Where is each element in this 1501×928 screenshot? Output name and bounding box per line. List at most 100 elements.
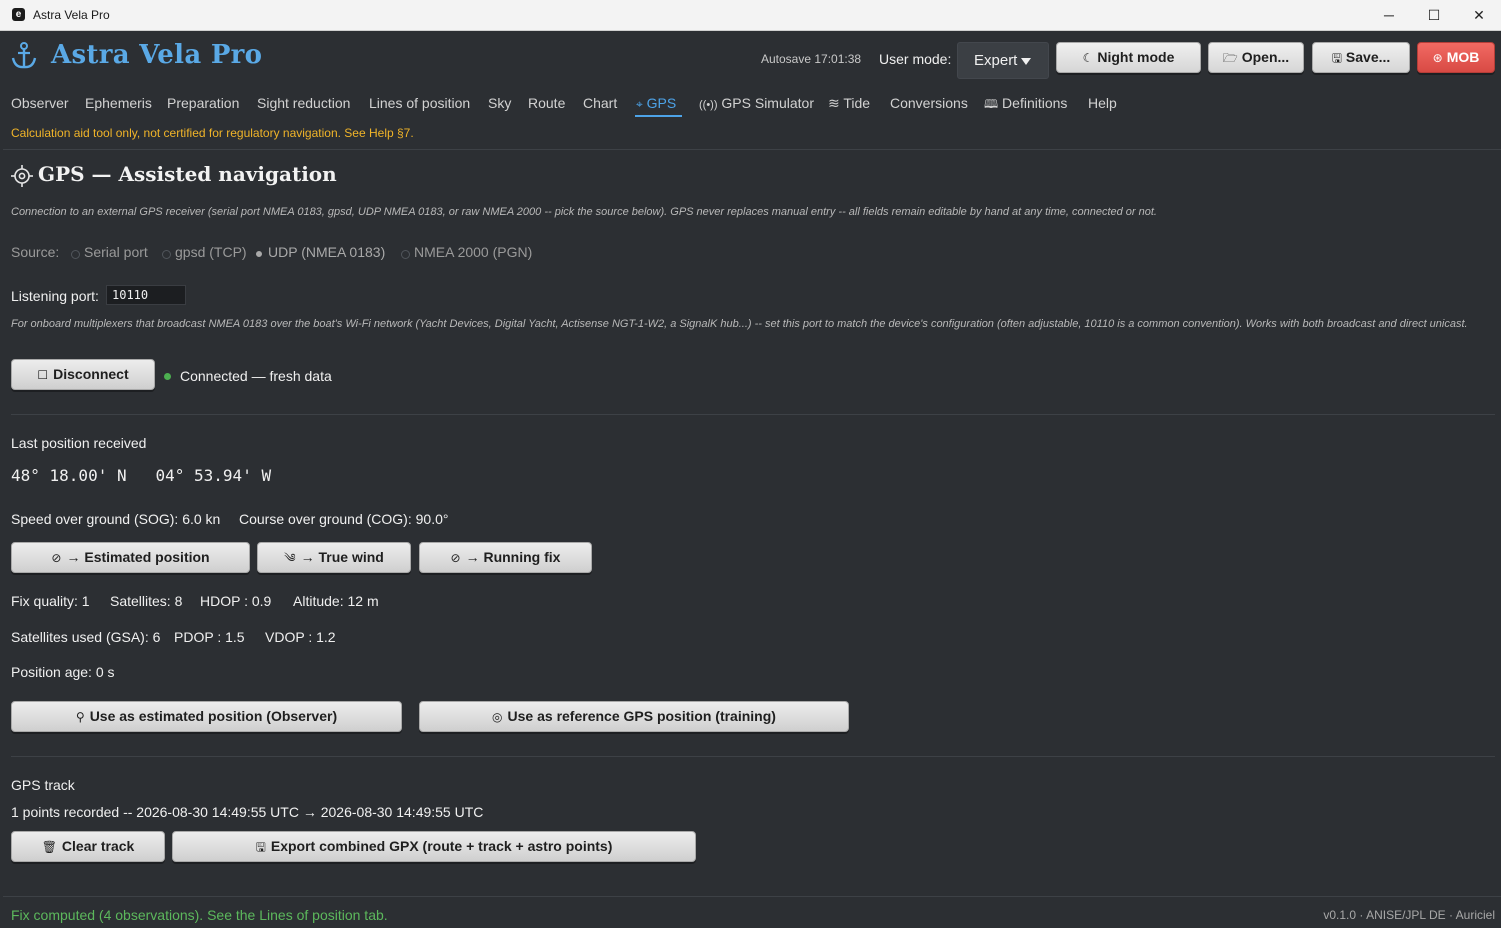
connection-status: Connected — fresh data — [180, 368, 332, 384]
pdop: PDOP : 1.5 — [174, 629, 245, 645]
mob-label: MOB — [1446, 49, 1480, 65]
tab-lines-of-position[interactable]: Lines of position — [369, 95, 470, 111]
app-window: Astra Vela Pro Autosave 17:01:38 User mo… — [3, 31, 1501, 928]
tab-ephemeris[interactable]: Ephemeris — [85, 95, 152, 111]
listening-port-label: Listening port: — [11, 288, 99, 304]
sog-value: Speed over ground (SOG): 6.0 kn — [11, 511, 221, 527]
cog-value: Course over ground (COG): 90.0° — [239, 511, 449, 527]
tab-gps[interactable]: ⌖ GPS — [636, 95, 676, 112]
radio-serial-port[interactable] — [71, 250, 80, 259]
tab-help[interactable]: Help — [1088, 95, 1117, 111]
track-summary: 1 points recorded -- 2026-08-30 14:49:55… — [11, 804, 484, 820]
tab-sky[interactable]: Sky — [488, 95, 511, 111]
footer-status: Fix computed (4 observations). See the L… — [11, 907, 388, 923]
book-icon: 🕮 — [984, 97, 999, 111]
tab-observer[interactable]: Observer — [11, 95, 69, 111]
estimated-position-button[interactable]: ⊘ → Estimated position — [11, 542, 250, 573]
tab-tide[interactable]: ≋ Tide — [828, 95, 870, 112]
version-info: v0.1.0 · ANISE/JPL DE · Auriciel — [1323, 908, 1495, 922]
tab-gps-simulator-label: GPS Simulator — [721, 95, 814, 111]
divider — [11, 756, 1495, 757]
tab-preparation[interactable]: Preparation — [167, 95, 239, 111]
section-title: GPS — Assisted navigation — [38, 162, 337, 186]
use-as-reference-button[interactable]: ◎ Use as reference GPS position (training… — [419, 701, 849, 732]
crosshair-icon — [11, 165, 33, 187]
position-age: Position age: 0 s — [11, 664, 115, 680]
compass-icon: ⊘ — [450, 551, 461, 565]
use-as-estimated-position-button[interactable]: ⚲ Use as estimated position (Observer) — [11, 701, 402, 732]
chevron-down-icon — [1021, 58, 1031, 65]
location-pin-icon: ⚲ — [75, 710, 85, 724]
folder-icon: 🗁 — [1222, 51, 1238, 65]
running-fix-label: → Running fix — [465, 549, 561, 565]
tab-gps-simulator[interactable]: ((•)) GPS Simulator — [699, 95, 814, 111]
compass-icon: ⊘ — [51, 551, 62, 565]
anchor-icon — [11, 42, 37, 69]
altitude: Altitude: 12 m — [293, 593, 379, 609]
target-icon: ◎ — [492, 710, 503, 724]
maximize-button[interactable]: ☐ — [1411, 0, 1457, 31]
waves-icon: ≋ — [828, 95, 840, 111]
wind-icon: ༄ — [284, 551, 296, 565]
user-mode-label: User mode: — [879, 51, 952, 67]
true-wind-button[interactable]: ༄ → True wind — [257, 542, 411, 573]
radio-gpsd-label[interactable]: gpsd (TCP) — [175, 244, 247, 260]
satellites-used: Satellites used (GSA): 6 — [11, 629, 161, 645]
section-description: Connection to an external GPS receiver (… — [11, 206, 1157, 218]
tab-sight-reduction[interactable]: Sight reduction — [257, 95, 350, 111]
window-title: Astra Vela Pro — [33, 8, 110, 22]
crosshair-icon: ⌖ — [636, 97, 643, 111]
disconnect-button[interactable]: ☐ Disconnect — [11, 359, 155, 390]
satellites: Satellites: 8 — [110, 593, 183, 609]
tab-route[interactable]: Route — [528, 95, 565, 111]
use-as-reference-label: Use as reference GPS position (training) — [507, 708, 776, 724]
radio-nmea2000[interactable] — [401, 250, 410, 259]
user-mode-value: Expert — [974, 52, 1018, 69]
disclaimer-text: Calculation aid tool only, not certified… — [11, 126, 414, 140]
autosave-indicator: Autosave 17:01:38 — [761, 52, 862, 66]
tab-definitions-label: Definitions — [1002, 95, 1068, 111]
night-mode-button[interactable]: ☾ Night mode — [1056, 42, 1201, 73]
radio-udp[interactable] — [256, 251, 262, 257]
divider — [3, 149, 1501, 150]
radio-serial-port-label[interactable]: Serial port — [84, 244, 148, 260]
minimize-button[interactable]: ─ — [1366, 0, 1412, 31]
lifebuoy-icon: ⊛ — [1432, 51, 1443, 65]
night-mode-label: Night mode — [1097, 49, 1175, 65]
gps-track-heading: GPS track — [11, 777, 75, 793]
listening-port-input[interactable]: 10110 — [106, 285, 186, 305]
mob-button[interactable]: ⊛ MOB — [1417, 42, 1495, 73]
source-radio-group: Source: Serial port gpsd (TCP) UDP (NMEA… — [11, 244, 711, 264]
use-as-estimated-label: Use as estimated position (Observer) — [89, 708, 338, 724]
close-button[interactable]: ✕ — [1456, 0, 1501, 31]
moon-icon: ☾ — [1082, 51, 1094, 65]
save-button[interactable]: 🖫 Save... — [1312, 42, 1410, 73]
clear-track-button[interactable]: 🗑 Clear track — [11, 831, 165, 862]
radio-gpsd[interactable] — [162, 250, 171, 259]
export-gpx-button[interactable]: 🖫 Export combined GPX (route + track + as… — [172, 831, 696, 862]
trash-icon: 🗑 — [41, 840, 57, 854]
radio-udp-label[interactable]: UDP (NMEA 0183) — [268, 244, 385, 260]
connection-status-dot — [164, 373, 171, 380]
position-coordinates: 48° 18.00' N 04° 53.94' W — [11, 466, 272, 485]
disconnect-label: Disconnect — [53, 366, 129, 382]
clear-track-label: Clear track — [61, 838, 135, 854]
tab-conversions[interactable]: Conversions — [890, 95, 968, 111]
save-label: Save... — [1345, 49, 1391, 65]
tab-chart[interactable]: Chart — [583, 95, 617, 111]
true-wind-label: → True wind — [300, 549, 384, 565]
export-gpx-label: Export combined GPX (route + track + ast… — [270, 838, 613, 854]
active-tab-indicator — [635, 115, 682, 117]
tab-definitions[interactable]: 🕮 Definitions — [984, 95, 1067, 116]
open-button[interactable]: 🗁 Open... — [1208, 42, 1304, 73]
running-fix-button[interactable]: ⊘ → Running fix — [419, 542, 592, 573]
window-titlebar: e Astra Vela Pro ─ ☐ ✕ — [0, 0, 1501, 31]
hdop: HDOP : 0.9 — [200, 593, 272, 609]
divider — [11, 414, 1495, 415]
radio-nmea2000-label[interactable]: NMEA 2000 (PGN) — [414, 244, 532, 260]
floppy-icon: 🖫 — [255, 840, 266, 854]
app-title: Astra Vela Pro — [51, 40, 263, 70]
divider — [3, 896, 1501, 897]
user-mode-select[interactable]: Expert — [957, 42, 1049, 79]
last-position-heading: Last position received — [11, 435, 147, 451]
